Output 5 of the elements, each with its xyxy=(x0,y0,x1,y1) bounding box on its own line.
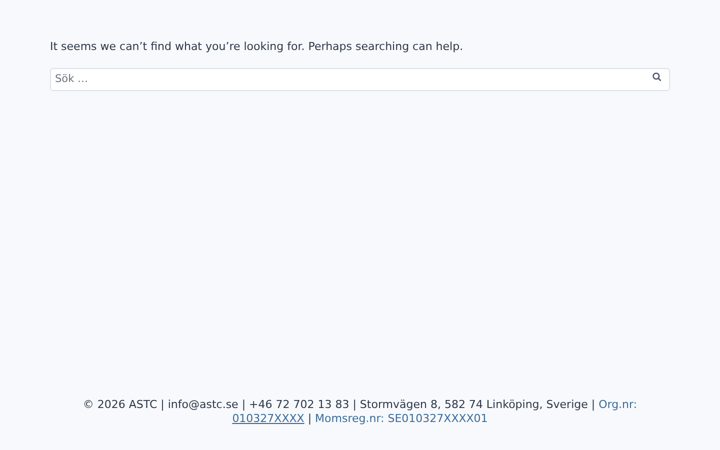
footer-text: © 2026 ASTC | info@astc.se | +46 72 702 13 83 | Stormvägen 8, 582 74 Linköping, Sverige | Org.nr: 010327XXXX | Momsreg.nr: SE010327XXXX01 xyxy=(82,398,638,427)
org-number-link[interactable]: 010327XXXX xyxy=(232,412,304,425)
not-found-message: It seems we can’t find what you’re looking for. Perhaps searching can help. xyxy=(50,39,464,55)
search-field[interactable]: Sök … xyxy=(50,68,670,90)
search-icon[interactable] xyxy=(652,72,662,82)
